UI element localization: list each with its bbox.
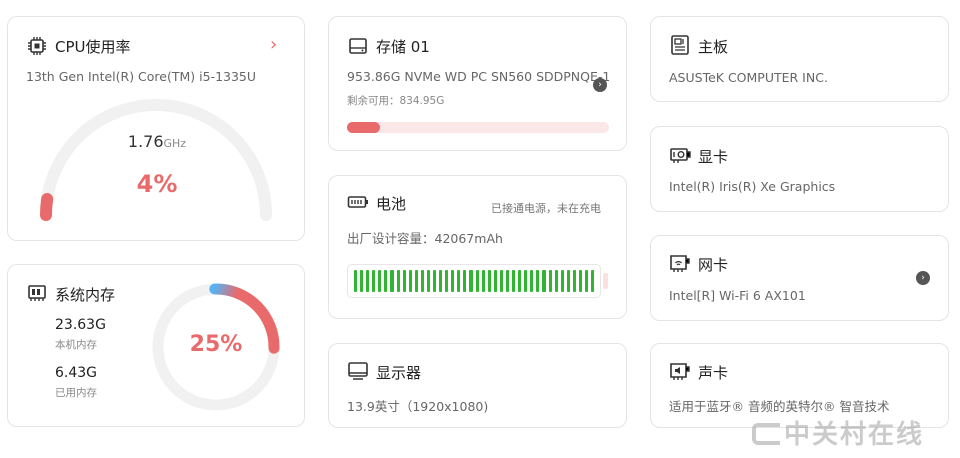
- memory-icon: [26, 282, 48, 304]
- chevron-right-icon[interactable]: ›: [270, 34, 277, 55]
- storage-detail: 953.86G NVMe WD PC SN560 SDDPNQE-1T: [347, 69, 609, 84]
- battery-segment: [566, 270, 570, 292]
- gpu-card[interactable]: 显卡 Intel(R) Iris(R) Xe Graphics: [650, 126, 949, 212]
- battery-segment: [408, 270, 412, 292]
- display-title: 显示器: [376, 364, 422, 382]
- battery-segment: [354, 270, 358, 292]
- storage-usage-bar: [347, 122, 609, 133]
- battery-segment: [445, 270, 449, 292]
- gpu-icon: [669, 144, 691, 166]
- display-detail: 13.9英寸（1920x1080): [347, 399, 489, 414]
- battery-segment: [402, 270, 406, 292]
- arrow-right-circle-icon[interactable]: ›: [916, 271, 930, 285]
- cpu-icon: [26, 35, 48, 57]
- battery-segment: [542, 270, 546, 292]
- battery-segment: [518, 270, 522, 292]
- storage-title: 存储 01: [376, 38, 430, 56]
- battery-segment: [554, 270, 558, 292]
- watermark-logo-icon: [752, 423, 780, 445]
- memory-total-value: 23.63G: [55, 317, 106, 333]
- cpu-gauge: [40, 99, 272, 221]
- battery-segment: [548, 270, 552, 292]
- battery-segment: [390, 270, 394, 292]
- cpu-model: 13th Gen Intel(R) Core(TM) i5-1335U: [26, 69, 257, 84]
- memory-used-label: 已用内存: [55, 387, 97, 399]
- sound-detail: 适用于蓝牙® 音频的英特尔® 智音技术: [669, 399, 890, 414]
- display-card[interactable]: 显示器 13.9英寸（1920x1080): [328, 343, 627, 428]
- storage-card[interactable]: 存储 01 953.86G NVMe WD PC SN560 SDDPNQE-1…: [328, 16, 627, 151]
- battery-segment: [414, 270, 418, 292]
- network-card-icon: [669, 252, 691, 274]
- motherboard-detail: ASUSTeK COMPUTER INC.: [669, 70, 828, 85]
- battery-segment: [384, 270, 388, 292]
- battery-segment: [426, 270, 431, 292]
- battery-status: 已接通电源，未在充电: [491, 202, 601, 215]
- battery-segment: [481, 270, 485, 292]
- battery-segment: [584, 270, 589, 292]
- battery-segment: [536, 270, 540, 292]
- sound-title: 声卡: [698, 364, 729, 382]
- cpu-usage-arc: [40, 193, 54, 221]
- battery-card[interactable]: 电池 已接通电源，未在充电 出厂设计容量：42067mAh: [328, 175, 627, 319]
- battery-segment: [433, 270, 437, 292]
- battery-segment: [463, 270, 467, 292]
- battery-segment: [572, 270, 576, 292]
- memory-used-value: 6.43G: [55, 365, 98, 381]
- arrow-right-circle-icon[interactable]: ›: [593, 78, 607, 92]
- network-title: 网卡: [698, 256, 729, 274]
- battery-segment: [499, 270, 503, 292]
- gpu-title: 显卡: [698, 148, 729, 166]
- cpu-usage-percent: 4%: [136, 170, 178, 198]
- storage-icon: [347, 35, 369, 57]
- gpu-detail: Intel(R) Iris(R) Xe Graphics: [669, 179, 836, 194]
- sound-card-icon: [669, 360, 691, 382]
- network-card[interactable]: 网卡 Intel[R] Wi-Fi 6 AX101 ›: [650, 235, 949, 321]
- battery-segment: [475, 270, 479, 292]
- battery-segment: [360, 270, 364, 292]
- battery-tip: [603, 273, 608, 289]
- cpu-title: CPU使用率: [55, 38, 131, 56]
- battery-capacity: 出厂设计容量：42067mAh: [347, 231, 503, 246]
- battery-segment: [591, 270, 595, 292]
- battery-icon: [347, 191, 369, 213]
- battery-level-bar: [347, 264, 601, 298]
- battery-segment: [469, 270, 473, 292]
- display-icon: [347, 360, 369, 382]
- network-detail: Intel[R] Wi-Fi 6 AX101: [669, 288, 806, 303]
- motherboard-title: 主板: [698, 38, 729, 56]
- battery-segment: [378, 270, 382, 292]
- watermark: 中关村在线: [752, 414, 924, 451]
- battery-segment: [396, 270, 400, 292]
- cpu-card[interactable]: CPU使用率 › 13th Gen Intel(R) Core(TM) i5-1…: [7, 16, 305, 241]
- battery-title: 电池: [376, 195, 407, 213]
- memory-title: 系统内存: [55, 286, 116, 304]
- battery-segment: [493, 270, 497, 292]
- motherboard-icon: [669, 34, 691, 56]
- battery-segment: [451, 270, 455, 292]
- storage-usage-fill: [347, 122, 380, 133]
- battery-segment: [439, 270, 443, 292]
- battery-segment: [530, 270, 534, 292]
- memory-total-label: 本机内存: [55, 339, 97, 351]
- storage-free: 剩余可用：834.95G: [347, 95, 445, 107]
- cpu-frequency-value: 1.76: [127, 132, 164, 151]
- memory-usage-percent: 25%: [189, 332, 243, 357]
- cpu-frequency-unit: GHz: [163, 137, 187, 150]
- battery-segment: [505, 270, 510, 292]
- battery-segment: [560, 270, 564, 292]
- watermark-text: 中关村在线: [784, 420, 925, 450]
- battery-segment: [512, 270, 516, 292]
- memory-card[interactable]: 系统内存 23.63G 本机内存 6.43G 已用内存 25%: [7, 264, 305, 427]
- battery-segment: [578, 270, 582, 292]
- battery-segment: [366, 270, 370, 292]
- battery-segment: [487, 270, 491, 292]
- motherboard-card[interactable]: 主板 ASUSTeK COMPUTER INC.: [650, 16, 949, 102]
- cpu-frequency: 1.76GHz: [8, 132, 306, 151]
- battery-segment: [420, 270, 424, 292]
- battery-segment: [372, 270, 376, 292]
- battery-segment: [524, 270, 528, 292]
- battery-segment: [457, 270, 461, 292]
